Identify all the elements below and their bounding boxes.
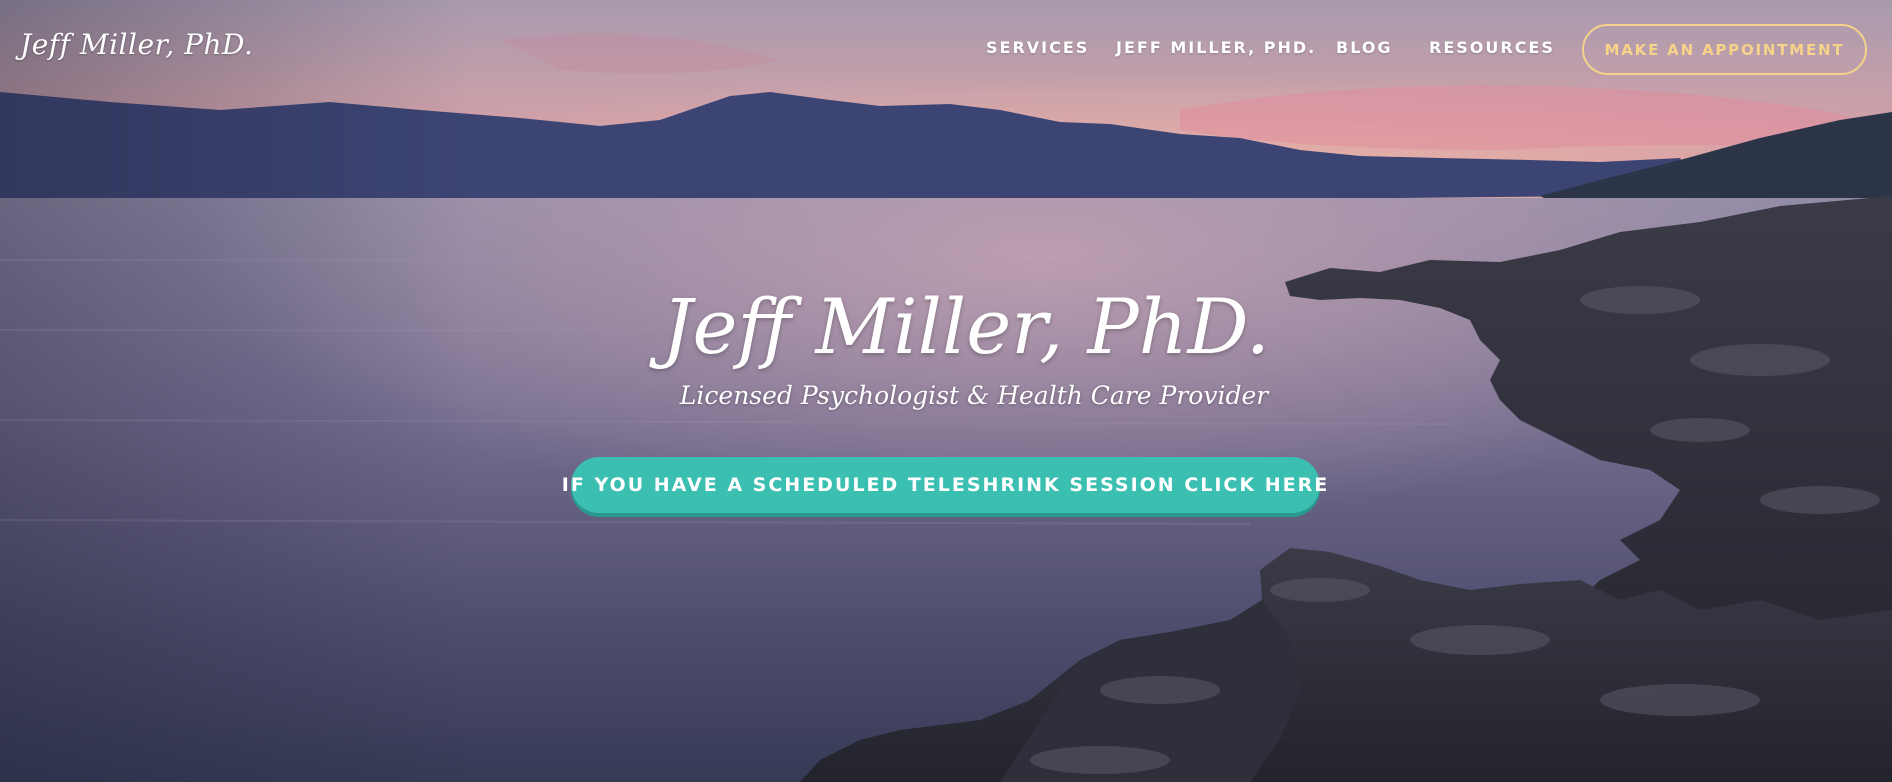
nav-item-blog[interactable]: BLOG — [1336, 38, 1393, 57]
site-header: Jeff Miller, PhD. SERVICES JEFF MILLER, … — [0, 0, 1892, 100]
hero-title: Jeff Miller, PhD. — [662, 282, 1270, 371]
teleshrink-session-button[interactable]: IF YOU HAVE A SCHEDULED TELESHRINK SESSI… — [562, 457, 1327, 513]
nav-item-jeff-miller[interactable]: JEFF MILLER, PHD. — [1116, 38, 1316, 57]
make-appointment-button[interactable]: MAKE AN APPOINTMENT — [1582, 24, 1867, 75]
hero-subtitle: Licensed Psychologist & Health Care Prov… — [679, 381, 1269, 410]
nav-item-services[interactable]: SERVICES — [986, 38, 1089, 57]
hero-section: Jeff Miller, PhD. SERVICES JEFF MILLER, … — [0, 0, 1892, 782]
nav-item-resources[interactable]: RESOURCES — [1429, 38, 1555, 57]
